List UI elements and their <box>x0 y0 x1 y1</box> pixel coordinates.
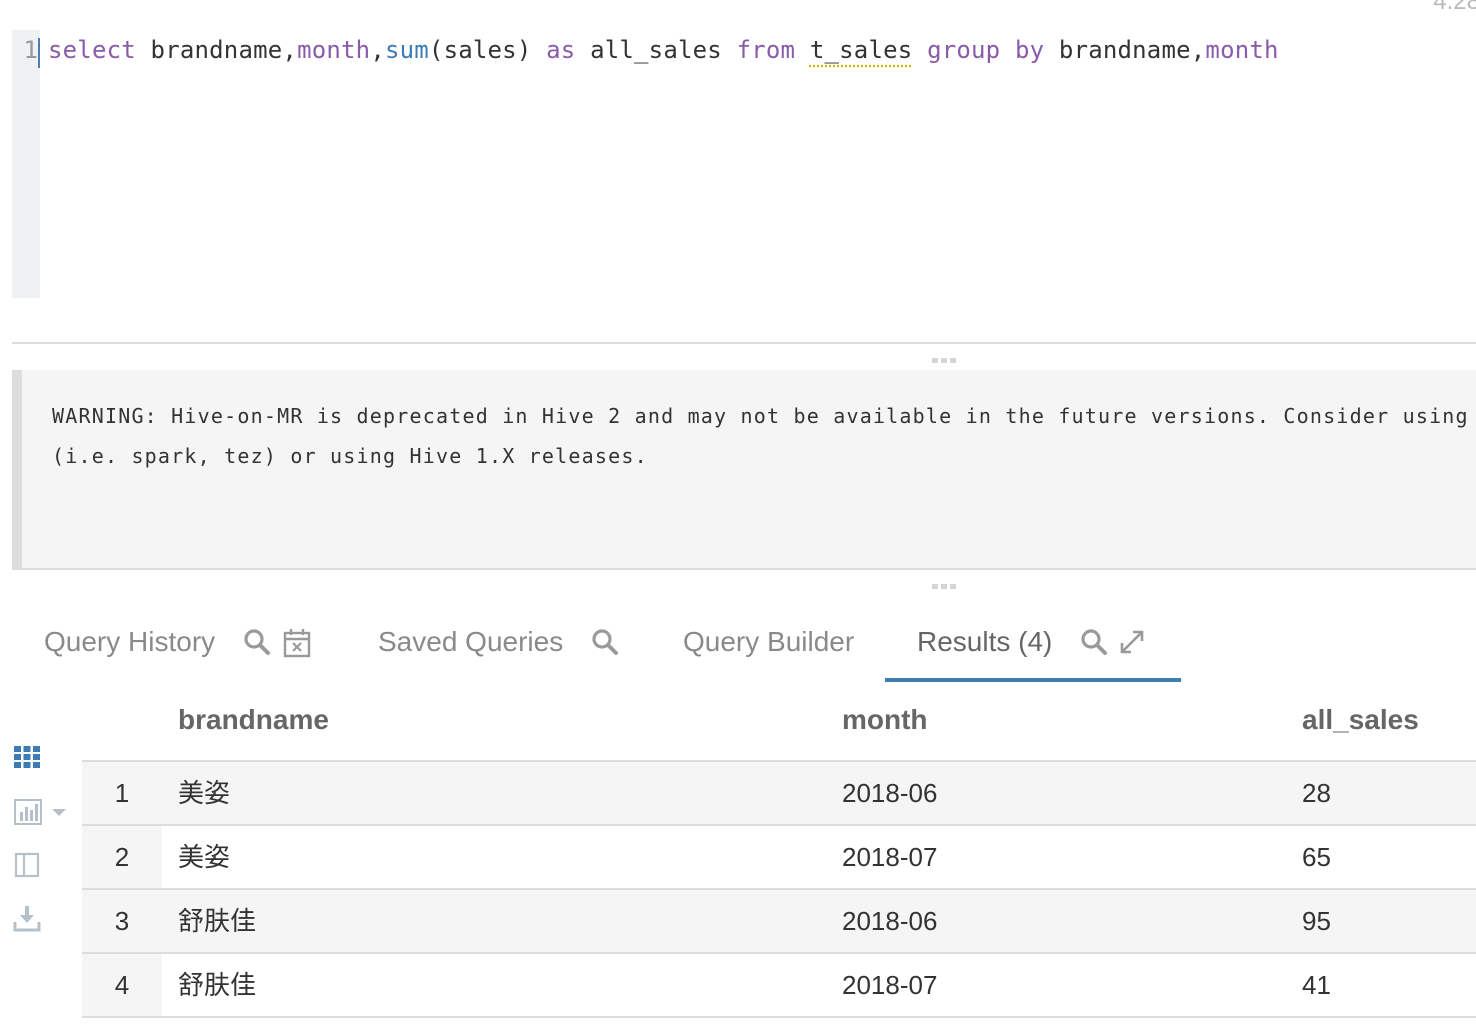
cell-brandname: 舒肤佳 <box>178 906 257 936</box>
keyword-from: from <box>736 36 796 64</box>
row-index: 4 <box>82 954 162 1016</box>
code-text: (sales) <box>428 36 547 64</box>
cell-all-sales: 28 <box>1302 778 1331 808</box>
results-table: brandname month all_sales 1 美姿 2018-06 2… <box>82 690 1476 1018</box>
log-line: (i.e. spark, tez) or using Hive 1.X rele… <box>52 444 648 468</box>
results-tabs: Query History Saved Queries Query Builde… <box>0 612 1476 682</box>
cell-all-sales: 65 <box>1302 842 1331 872</box>
code-text: all_sales <box>575 36 737 64</box>
corner-number: 4.28 <box>1433 0 1476 15</box>
tab-results[interactable]: Results (4) <box>885 612 1181 682</box>
editor-splitter[interactable] <box>12 342 1476 344</box>
function-sum: sum <box>384 36 429 64</box>
cell-month: 2018-07 <box>842 842 938 872</box>
keyword-select: select <box>48 36 136 64</box>
row-index: 1 <box>82 762 162 824</box>
table-row[interactable]: 2 美姿 2018-07 65 <box>82 826 1476 890</box>
cell-all-sales: 95 <box>1302 906 1331 936</box>
sql-editor[interactable]: 1 select brandname,month,sum(sales) as a… <box>12 30 1476 298</box>
tab-saved-queries[interactable]: Saved Queries <box>378 612 619 682</box>
code-text: brandname, <box>135 36 298 64</box>
cell-month: 2018-07 <box>842 970 938 1000</box>
row-index: 2 <box>82 826 162 888</box>
table-row[interactable]: 3 舒肤佳 2018-06 95 <box>82 890 1476 954</box>
table-header: brandname month all_sales <box>82 690 1476 762</box>
search-icon[interactable] <box>243 628 271 656</box>
log-line: WARNING: Hive-on-MR is deprecated in Hiv… <box>52 404 1476 428</box>
tab-label: Query History <box>44 626 216 657</box>
cell-month: 2018-06 <box>842 778 938 808</box>
download-icon[interactable] <box>12 904 44 936</box>
cell-brandname: 美姿 <box>178 842 231 872</box>
line-number: 1 <box>23 36 38 64</box>
tab-label: Results (4) <box>917 626 1053 657</box>
tab-query-history[interactable]: Query History <box>44 612 311 682</box>
editor-gutter: 1 <box>12 30 40 298</box>
bar-chart-icon[interactable] <box>12 796 72 828</box>
cell-brandname: 美姿 <box>178 778 231 808</box>
row-index: 3 <box>82 890 162 952</box>
table-row[interactable]: 4 舒肤佳 2018-07 41 <box>82 954 1476 1018</box>
search-icon[interactable] <box>591 628 619 656</box>
resize-grip[interactable] <box>932 584 958 590</box>
expand-icon[interactable] <box>1118 628 1146 656</box>
text-cursor <box>38 38 40 68</box>
execution-log: WARNING: Hive-on-MR is deprecated in Hiv… <box>12 370 1476 568</box>
columns-icon[interactable] <box>12 850 44 882</box>
table-row[interactable]: 1 美姿 2018-06 28 <box>82 762 1476 826</box>
sql-code-line[interactable]: select brandname,month,sum(sales) as all… <box>48 36 1279 64</box>
column-header-all-sales[interactable]: all_sales <box>1302 704 1419 736</box>
tab-label: Query Builder <box>683 626 855 657</box>
column-header-month[interactable]: month <box>842 704 928 736</box>
keyword-month: month <box>297 36 371 64</box>
code-text: , <box>370 36 385 64</box>
cell-month: 2018-06 <box>842 906 938 936</box>
tab-label: Saved Queries <box>378 626 564 657</box>
search-icon[interactable] <box>1080 628 1108 656</box>
cell-all-sales: 41 <box>1302 970 1331 1000</box>
code-text: brandname, <box>1044 36 1206 64</box>
table-name-token[interactable]: t_sales <box>810 36 913 64</box>
log-splitter[interactable] <box>12 568 1476 570</box>
keyword-as: as <box>546 36 576 64</box>
keyword-group-by: group by <box>927 36 1045 64</box>
log-text: WARNING: Hive-on-MR is deprecated in Hiv… <box>52 396 1476 476</box>
resize-grip[interactable] <box>932 358 958 364</box>
cell-brandname: 舒肤佳 <box>178 970 257 1000</box>
tab-query-builder[interactable]: Query Builder <box>683 612 854 682</box>
grid-icon[interactable] <box>12 744 44 776</box>
calendar-icon[interactable] <box>283 628 311 658</box>
keyword-month: month <box>1205 36 1279 64</box>
column-header-brandname[interactable]: brandname <box>178 704 329 736</box>
